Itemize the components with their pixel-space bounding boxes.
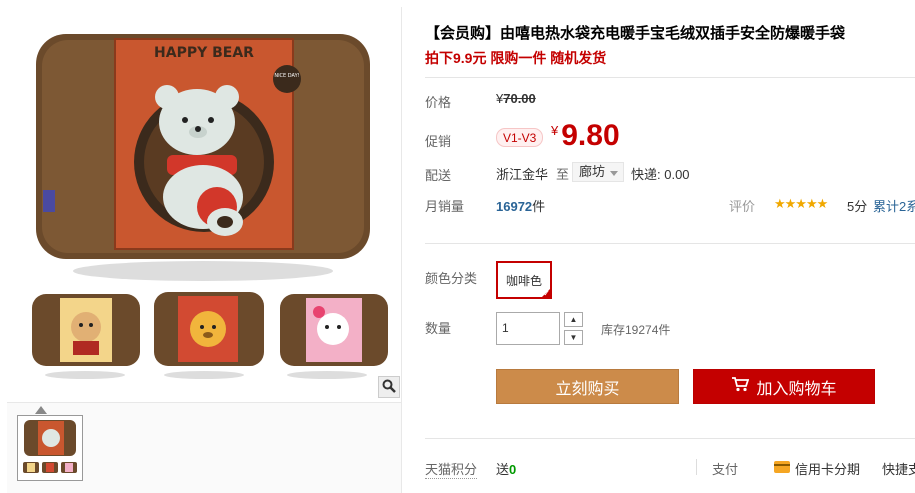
monthly-sales-count: 16972: [496, 199, 533, 214]
quantity-input[interactable]: 1: [496, 312, 560, 345]
rating-score: 5分: [847, 199, 868, 214]
points-value: 0: [509, 462, 517, 477]
image-gallery: NICE DAY! HAPPY BEAR: [7, 7, 402, 493]
cumulative-reviews-link[interactable]: 累计2系: [873, 196, 915, 215]
color-option-label: 咖啡色: [505, 273, 542, 288]
magnifier-icon: [382, 379, 396, 396]
original-price-value: 70.00: [503, 91, 536, 106]
zoom-button[interactable]: [378, 376, 400, 398]
quantity-label: 数量: [425, 321, 452, 336]
price-label: 价格: [425, 95, 452, 110]
delivery-label: 配送: [425, 168, 452, 183]
tmall-points-label[interactable]: 天猫积分: [425, 459, 478, 479]
buy-now-button[interactable]: 立刻购买: [496, 369, 679, 404]
rating-label: 评价: [729, 199, 756, 214]
promo-label: 促销: [425, 134, 452, 149]
quantity-decrease-button[interactable]: ▼: [564, 330, 583, 345]
chevron-down-icon: ▼: [569, 333, 578, 342]
product-title: 【会员购】由嘻电热水袋充电暖手宝毛绒双插手安全防爆暖手袋: [425, 25, 846, 42]
monthly-sales-label: 月销量: [425, 199, 465, 214]
color-option-coffee[interactable]: 咖啡色 ✓: [496, 261, 552, 299]
thumbnail-strip: [7, 402, 401, 493]
credit-installment-link[interactable]: 信用卡分期: [795, 459, 860, 478]
stock-count: 库存19274件: [601, 323, 671, 337]
promo-price: ¥9.80: [551, 119, 620, 153]
tmall-points: 送0: [496, 459, 516, 478]
chevron-up-icon: ▲: [569, 315, 578, 324]
payment-label: 支付: [712, 462, 739, 477]
add-to-cart-label: 加入购物车: [756, 380, 837, 398]
member-level-tag[interactable]: V1-V3: [496, 128, 544, 147]
original-price: ¥70.00: [496, 91, 536, 106]
rating-stars-icon: ★★★★★: [774, 196, 828, 211]
main-product-image[interactable]: NICE DAY! HAPPY BEAR: [7, 7, 401, 401]
brand-text: HAPPY BEAR: [154, 45, 254, 61]
ship-to-word: 至: [556, 167, 570, 182]
footer-divider: [425, 438, 915, 439]
product-page: NICE DAY! HAPPY BEAR 【会员购】由嘻电热水袋充电暖手宝毛绒双…: [0, 0, 915, 493]
color-label: 颜色分类: [425, 271, 478, 286]
thumbnail-1[interactable]: [17, 415, 83, 481]
promo-currency-symbol: ¥: [551, 123, 559, 138]
points-prefix: 送: [496, 462, 510, 477]
product-subtitle: 拍下9.9元 限购一件 随机发货: [425, 50, 607, 66]
badge-text: NICE DAY!: [274, 73, 299, 79]
chevron-down-icon: [610, 171, 619, 176]
destination-select[interactable]: 廊坊: [572, 162, 625, 182]
thumbnail-pointer-icon: [35, 406, 47, 414]
credit-card-icon: [774, 461, 790, 473]
sku-divider: [425, 243, 915, 244]
express-fee: 快递: 0.00: [631, 167, 690, 182]
cart-icon: [731, 376, 750, 397]
quantity-increase-button[interactable]: ▲: [564, 312, 583, 327]
checkmark-icon: ✓: [543, 289, 550, 298]
footer-separator: [696, 459, 697, 475]
add-to-cart-button[interactable]: 加入购物车: [693, 369, 875, 404]
monthly-sales-unit: 件: [532, 199, 546, 214]
monthly-sales: 16972件: [496, 196, 545, 215]
promo-price-value: 9.80: [561, 119, 620, 152]
ship-from: 浙江金华: [496, 167, 549, 182]
destination-value: 廊坊: [579, 164, 606, 179]
product-info: 【会员购】由嘻电热水袋充电暖手宝毛绒双插手安全防爆暖手袋 拍下9.9元 限购一件…: [425, 0, 915, 493]
title-divider: [425, 77, 915, 78]
quick-pay-link[interactable]: 快捷支: [882, 459, 915, 478]
